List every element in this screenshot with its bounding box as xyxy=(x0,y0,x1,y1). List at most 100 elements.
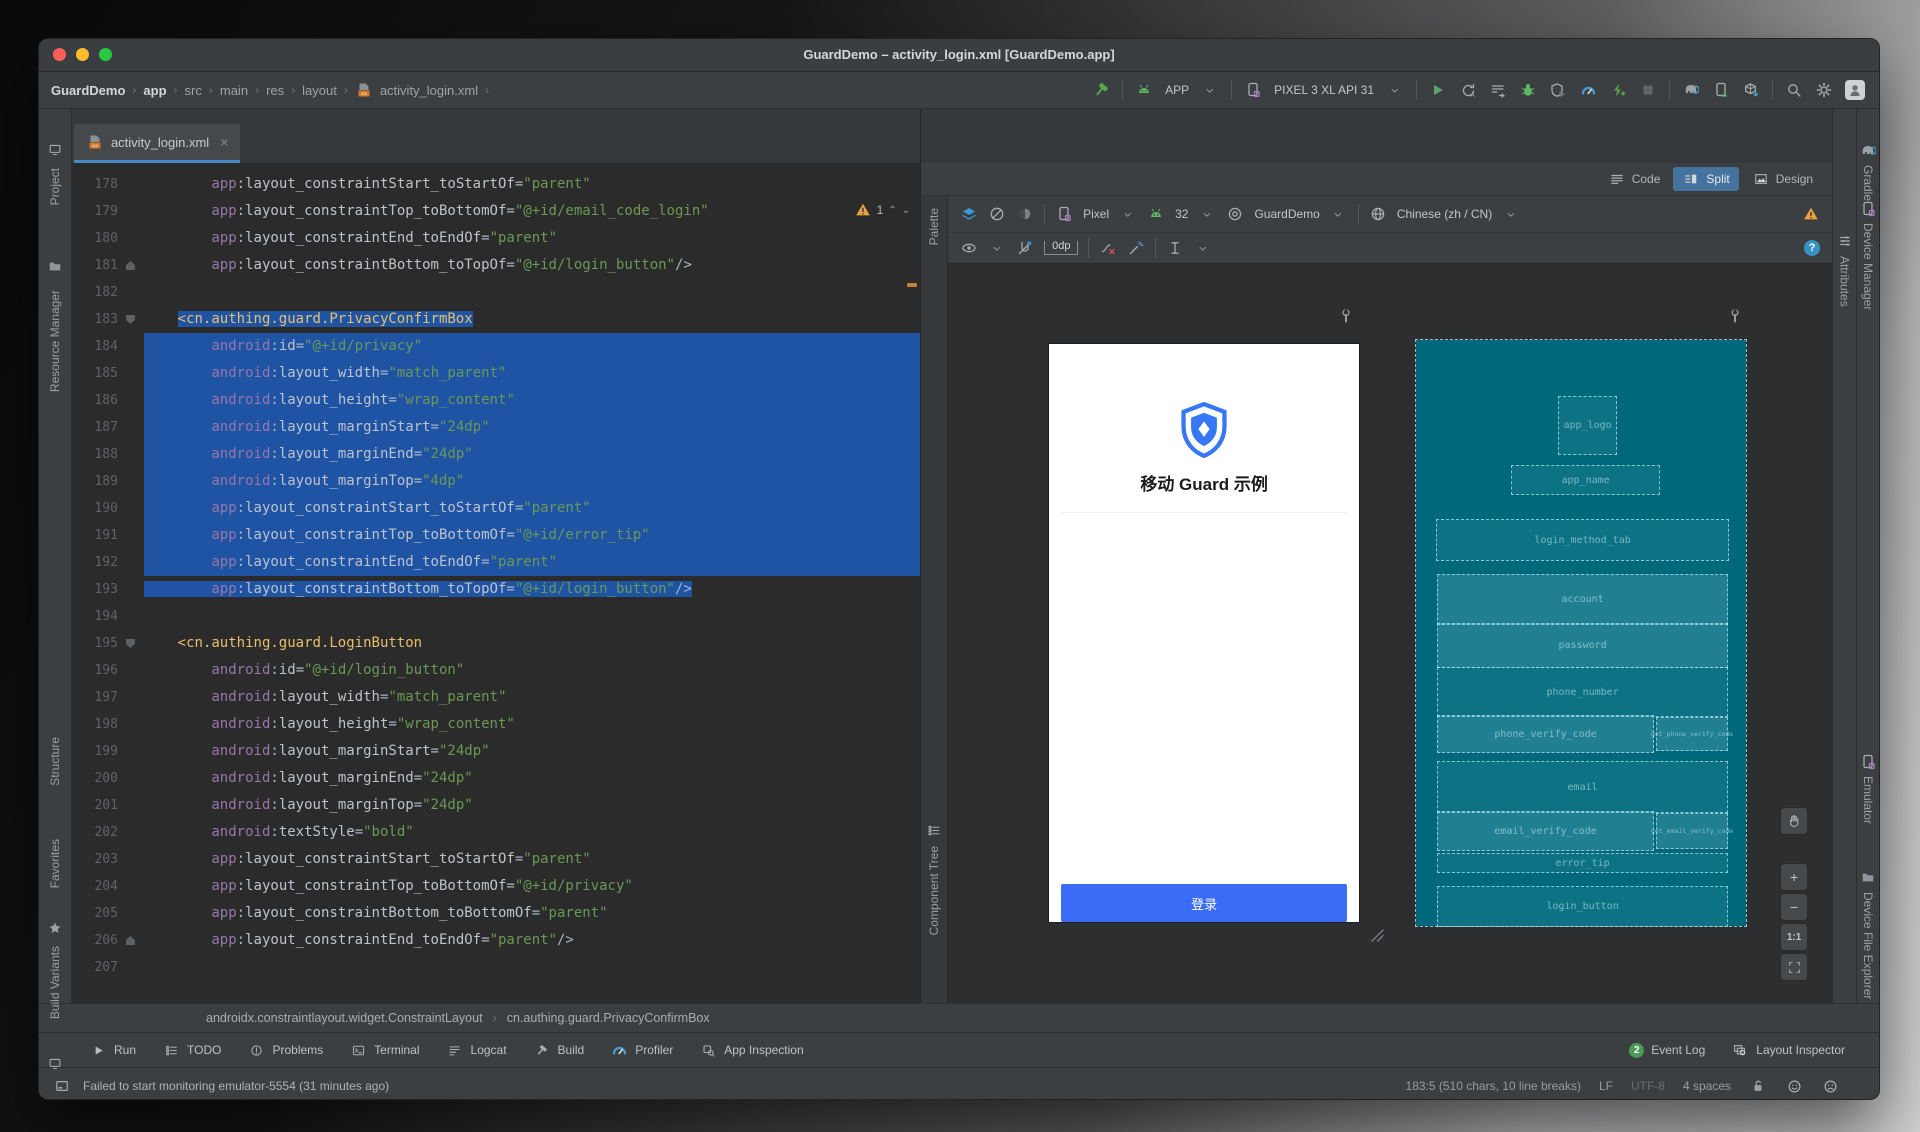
code-editor[interactable]: 178 app:layout_constraintStart_toStartOf… xyxy=(72,163,921,1003)
globe-icon[interactable] xyxy=(1369,205,1387,223)
breadcrumb-item[interactable]: res xyxy=(266,83,284,98)
blueprint-preview-phone[interactable]: app_logo app_name login_method_tab account p… xyxy=(1415,339,1748,927)
code-line-204[interactable]: 204 app:layout_constraintTop_toBottomOf=… xyxy=(72,873,920,900)
blueprint-box-email[interactable]: email xyxy=(1437,761,1729,813)
chev-icon[interactable] xyxy=(1201,81,1219,99)
blueprint-box-phone_verify_code[interactable]: phone_verify_code xyxy=(1437,715,1655,753)
device-selector[interactable]: PIXEL 3 XL API 31 xyxy=(1274,83,1374,97)
elephant-icon[interactable] xyxy=(1682,81,1700,99)
code-line-180[interactable]: 180 app:layout_constraintEnd_toEndOf="pa… xyxy=(72,225,920,252)
tab-device-manager[interactable]: Device Manager xyxy=(1857,223,1879,310)
tab-run[interactable]: Run xyxy=(89,1041,136,1059)
next-issue-icon[interactable]: ⌄ xyxy=(902,205,910,216)
code-line-202[interactable]: 202 android:textStyle="bold" xyxy=(72,819,920,846)
code-line-189[interactable]: 189 android:layout_marginTop="4dp" xyxy=(72,468,921,495)
fold-marker[interactable] xyxy=(125,261,135,270)
help-icon[interactable]: ? xyxy=(1804,240,1821,256)
devicephone-icon[interactable] xyxy=(1244,81,1262,99)
blueprint-box-app_logo[interactable]: app_logo xyxy=(1558,396,1618,455)
chev-icon[interactable] xyxy=(988,239,1006,257)
chev-icon[interactable] xyxy=(1119,205,1137,223)
chev-icon[interactable] xyxy=(1386,81,1404,99)
pan-hand-button[interactable] xyxy=(1781,808,1808,834)
device-selector[interactable]: Pixel xyxy=(1083,207,1109,221)
code-line-206[interactable]: 206 app:layout_constraintEnd_toEndOf="pa… xyxy=(72,927,920,954)
code-line-199[interactable]: 199 android:layout_marginStart="24dp" xyxy=(72,738,920,765)
code-line-178[interactable]: 178 app:layout_constraintStart_toStartOf… xyxy=(72,171,920,198)
tab-app-inspection[interactable]: App Inspection xyxy=(699,1041,804,1059)
tab-project[interactable]: Project xyxy=(39,168,71,205)
tab-build-variants[interactable]: Build Variants xyxy=(39,946,71,1019)
tab-logcat[interactable]: Logcat xyxy=(446,1041,507,1059)
fold-marker[interactable] xyxy=(125,315,135,324)
runlist-icon[interactable] xyxy=(1489,81,1507,99)
tab-favorites[interactable]: Favorites xyxy=(39,839,71,888)
code-line-194[interactable]: 194 xyxy=(72,603,920,630)
phoneandroid-icon[interactable] xyxy=(1712,81,1730,99)
code-line-191[interactable]: 191 app:layout_constraintTop_toBottomOf=… xyxy=(72,522,921,549)
tab-profiler[interactable]: Profiler xyxy=(610,1041,673,1059)
code-line-181[interactable]: 181 app:layout_constraintBottom_toTopOf=… xyxy=(72,252,920,279)
code-line-184[interactable]: 184 android:id="@+id/privacy" xyxy=(72,333,921,360)
chev-icon[interactable] xyxy=(1502,205,1520,223)
zoom-actual-button[interactable]: 1:1 xyxy=(1781,924,1808,950)
blueprint-box-login_button[interactable]: login_button xyxy=(1437,886,1729,927)
tool-window-toggle-icon[interactable] xyxy=(53,1077,71,1095)
code-line-185[interactable]: 185 android:layout_width="match_parent" xyxy=(72,360,921,387)
lock-open-icon[interactable] xyxy=(1749,1077,1767,1095)
code-line-200[interactable]: 200 android:layout_marginEnd="24dp" xyxy=(72,765,920,792)
breadcrumb-item[interactable]: app xyxy=(143,83,166,98)
locale-selector[interactable]: Chinese (zh / CN) xyxy=(1397,207,1492,221)
breadcrumb-file[interactable]: activity_login.xml xyxy=(380,83,478,98)
blueprint-box-app_name[interactable]: app_name xyxy=(1511,465,1661,495)
smile-face-icon[interactable] xyxy=(1785,1077,1803,1095)
gear-icon[interactable] xyxy=(1815,81,1833,99)
preview-resize-handle[interactable] xyxy=(1370,928,1385,948)
tab-palette[interactable]: Palette xyxy=(921,208,947,245)
eye-icon[interactable] xyxy=(960,239,978,257)
mode-design[interactable]: Design xyxy=(1743,167,1822,191)
fold-marker[interactable] xyxy=(125,639,135,648)
tab-resource-manager[interactable]: Resource Manager xyxy=(39,290,71,392)
android-icon[interactable] xyxy=(1135,81,1153,99)
code-line-188[interactable]: 188 android:layout_marginEnd="24dp" xyxy=(72,441,921,468)
hammer-icon[interactable] xyxy=(1092,81,1110,99)
tab-terminal[interactable]: Terminal xyxy=(349,1041,420,1059)
tab-todo[interactable]: TODO xyxy=(162,1041,221,1059)
blueprint-box-error_tip[interactable]: error_tip xyxy=(1437,853,1729,873)
play-icon[interactable] xyxy=(1429,81,1447,99)
tab-device-file-explorer[interactable]: Device File Explorer xyxy=(1857,892,1879,999)
render-warning-icon[interactable] xyxy=(1802,205,1820,223)
caret-position[interactable]: 183:5 (510 chars, 10 line breaks) xyxy=(1406,1079,1581,1093)
code-line-198[interactable]: 198 android:layout_height="wrap_content" xyxy=(72,711,920,738)
zoom-in-button[interactable]: + xyxy=(1781,864,1808,890)
code-line-183[interactable]: 183 <cn.authing.guard.PrivacyConfirmBox xyxy=(72,306,920,333)
tab-build[interactable]: Build xyxy=(533,1041,584,1059)
breadcrumb-item[interactable]: GuardDemo xyxy=(51,83,125,98)
code-line-201[interactable]: 201 android:layout_marginTop="24dp" xyxy=(72,792,920,819)
curvex-icon[interactable] xyxy=(1099,239,1117,257)
frown-face-icon[interactable] xyxy=(1821,1077,1839,1095)
xml-breadcrumb-item[interactable]: cn.authing.guard.PrivacyConfirmBox xyxy=(507,1011,710,1025)
wand-icon[interactable] xyxy=(1127,239,1145,257)
blueprint-box-get_email_verify_code[interactable]: get_email_verify_code xyxy=(1651,813,1733,849)
tab-component-tree[interactable]: Component Tree xyxy=(921,846,947,935)
blueprint-box-email_verify_code[interactable]: email_verify_code xyxy=(1437,811,1655,851)
design-config-wrench-icon[interactable] xyxy=(1338,308,1354,329)
tab-layout-inspector[interactable]: Layout Inspector xyxy=(1731,1041,1845,1059)
shieldplay-icon[interactable] xyxy=(1549,81,1567,99)
line-ending-indicator[interactable]: LF xyxy=(1599,1079,1613,1093)
gauge-icon[interactable] xyxy=(1579,81,1597,99)
code-line-203[interactable]: 203 app:layout_constraintStart_toStartOf… xyxy=(72,846,920,873)
fold-marker[interactable] xyxy=(125,936,135,945)
code-line-186[interactable]: 186 android:layout_height="wrap_content" xyxy=(72,387,921,414)
preview-login-button[interactable]: 登录 xyxy=(1061,884,1348,922)
code-line-195[interactable]: 195 <cn.authing.guard.LoginButton xyxy=(72,630,920,657)
design-preview-phone[interactable]: 移动 Guard 示例 登录 xyxy=(1049,344,1360,922)
android-icon[interactable] xyxy=(1147,205,1165,223)
blueprint-box-login_method_tab[interactable]: login_method_tab xyxy=(1436,519,1730,561)
magnet-icon[interactable] xyxy=(1016,239,1034,257)
layers-icon[interactable] xyxy=(960,205,978,223)
api-selector[interactable]: 32 xyxy=(1175,207,1188,221)
close-tab-icon[interactable]: × xyxy=(220,134,228,150)
